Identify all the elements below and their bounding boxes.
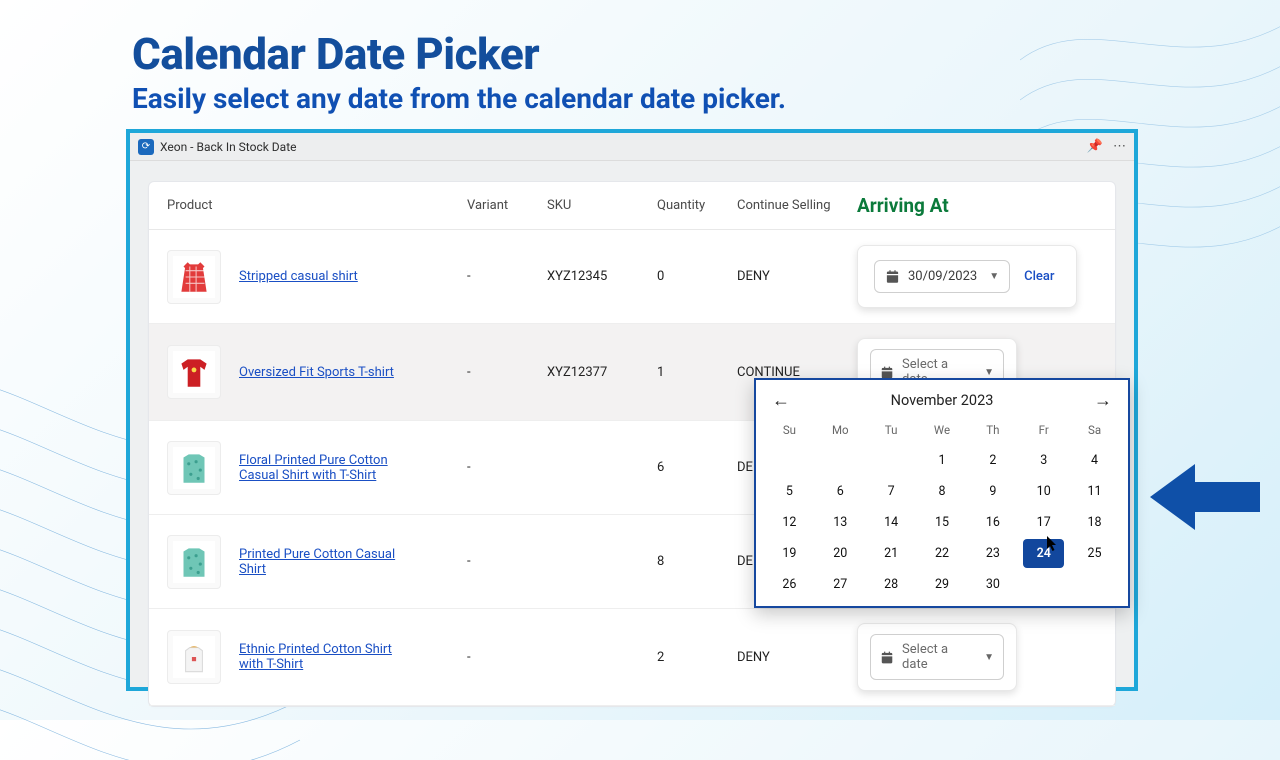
calendar-day-of-week: Sa xyxy=(1069,417,1120,445)
calendar-popover: ← November 2023 → SuMoTuWeThFrSa12345678… xyxy=(754,378,1130,608)
calendar-day[interactable]: 20 xyxy=(820,539,861,568)
product-link[interactable]: Stripped casual shirt xyxy=(239,269,358,284)
cell-variant: - xyxy=(467,269,547,284)
calendar-day[interactable]: 4 xyxy=(1074,446,1115,475)
more-icon[interactable]: ⋯ xyxy=(1113,139,1126,154)
calendar-day-of-week: We xyxy=(917,417,968,445)
select-date-button[interactable]: Select a date▼ xyxy=(870,634,1004,680)
product-link[interactable]: Oversized Fit Sports T-shirt xyxy=(239,365,394,380)
table-row: Ethnic Printed Cotton Shirt with T-Shirt… xyxy=(149,609,1115,706)
app-icon: ⟳ xyxy=(138,139,154,155)
product-thumbnail xyxy=(167,630,221,684)
calendar-day-of-week: Su xyxy=(764,417,815,445)
calendar-day[interactable]: 26 xyxy=(769,570,810,599)
calendar-day[interactable]: 22 xyxy=(922,539,963,568)
calendar-day[interactable]: 23 xyxy=(972,539,1013,568)
calendar-day[interactable]: 17 xyxy=(1023,508,1064,537)
table-row: Stripped casual shirt-XYZ123450DENY30/09… xyxy=(149,230,1115,324)
window-titlebar: ⟳ Xeon - Back In Stock Date 📌 ⋯ xyxy=(130,133,1134,161)
product-link[interactable]: Printed Pure Cotton Casual Shirt xyxy=(239,547,419,577)
calendar-day[interactable]: 13 xyxy=(820,508,861,537)
callout-arrow-icon xyxy=(1150,462,1260,536)
cell-arriving: 30/09/2023▼ Clear xyxy=(857,245,1097,308)
calendar-day[interactable]: 1 xyxy=(922,446,963,475)
calendar-day[interactable]: 8 xyxy=(922,477,963,506)
col-variant: Variant xyxy=(467,198,547,213)
calendar-day[interactable]: 30 xyxy=(972,570,1013,599)
pin-icon[interactable]: 📌 xyxy=(1087,139,1103,154)
calendar-day[interactable]: 15 xyxy=(922,508,963,537)
cell-variant: - xyxy=(467,554,547,569)
calendar-day-of-week: Tu xyxy=(866,417,917,445)
cell-sku: XYZ12345 xyxy=(547,269,657,284)
cell-variant: - xyxy=(467,650,547,665)
table-header: Product Variant SKU Quantity Continue Se… xyxy=(149,182,1115,230)
calendar-day[interactable]: 11 xyxy=(1074,477,1115,506)
product-thumbnail xyxy=(167,535,221,589)
cell-arriving: Select a date▼ xyxy=(857,623,1097,691)
window-title: Xeon - Back In Stock Date xyxy=(160,140,297,154)
cell-quantity: 1 xyxy=(657,365,737,380)
cell-variant: - xyxy=(467,365,547,380)
calendar-day[interactable]: 3 xyxy=(1023,446,1064,475)
cell-quantity: 2 xyxy=(657,650,737,665)
page-subtitle: Easily select any date from the calendar… xyxy=(132,82,1280,115)
cell-variant: - xyxy=(467,460,547,475)
cursor-icon xyxy=(1046,536,1060,556)
cell-sku: XYZ12377 xyxy=(547,365,657,380)
calendar-day[interactable]: 21 xyxy=(871,539,912,568)
cell-quantity: 8 xyxy=(657,554,737,569)
col-quantity: Quantity xyxy=(657,198,737,213)
product-thumbnail xyxy=(167,345,221,399)
col-product: Product xyxy=(167,198,467,213)
calendar-day[interactable]: 25 xyxy=(1074,539,1115,568)
calendar-day[interactable]: 14 xyxy=(871,508,912,537)
calendar-prev-month[interactable]: ← xyxy=(772,390,790,411)
arrival-date-button[interactable]: 30/09/2023▼ xyxy=(874,260,1010,293)
col-arriving: Arriving At xyxy=(857,194,1097,217)
product-thumbnail xyxy=(167,250,221,304)
calendar-day[interactable]: 27 xyxy=(820,570,861,599)
product-link[interactable]: Floral Printed Pure Cotton Casual Shirt … xyxy=(239,453,419,483)
calendar-day[interactable]: 2 xyxy=(972,446,1013,475)
calendar-day[interactable]: 7 xyxy=(871,477,912,506)
calendar-day[interactable]: 6 xyxy=(820,477,861,506)
calendar-day-of-week: Mo xyxy=(815,417,866,445)
cell-continue-selling: DENY xyxy=(737,650,857,665)
calendar-day[interactable]: 16 xyxy=(972,508,1013,537)
calendar-day-of-week: Th xyxy=(967,417,1018,445)
calendar-day[interactable]: 18 xyxy=(1074,508,1115,537)
cell-continue-selling: DENY xyxy=(737,269,857,284)
calendar-day[interactable]: 19 xyxy=(769,539,810,568)
calendar-day[interactable]: 10 xyxy=(1023,477,1064,506)
col-continue: Continue Selling xyxy=(737,198,857,213)
clear-date-link[interactable]: Clear xyxy=(1024,269,1054,284)
calendar-next-month[interactable]: → xyxy=(1094,390,1112,411)
calendar-day[interactable]: 29 xyxy=(922,570,963,599)
calendar-day[interactable]: 12 xyxy=(769,508,810,537)
product-link[interactable]: Ethnic Printed Cotton Shirt with T-Shirt xyxy=(239,642,419,672)
page-title: Calendar Date Picker xyxy=(132,28,1280,80)
cell-quantity: 6 xyxy=(657,460,737,475)
calendar-day[interactable]: 28 xyxy=(871,570,912,599)
calendar-day-of-week: Fr xyxy=(1018,417,1069,445)
col-sku: SKU xyxy=(547,198,657,213)
calendar-day[interactable]: 9 xyxy=(972,477,1013,506)
product-thumbnail xyxy=(167,441,221,495)
app-window: ⟳ Xeon - Back In Stock Date 📌 ⋯ Product … xyxy=(126,129,1138,691)
calendar-day[interactable]: 5 xyxy=(769,477,810,506)
cell-quantity: 0 xyxy=(657,269,737,284)
calendar-month-label: November 2023 xyxy=(891,392,994,409)
